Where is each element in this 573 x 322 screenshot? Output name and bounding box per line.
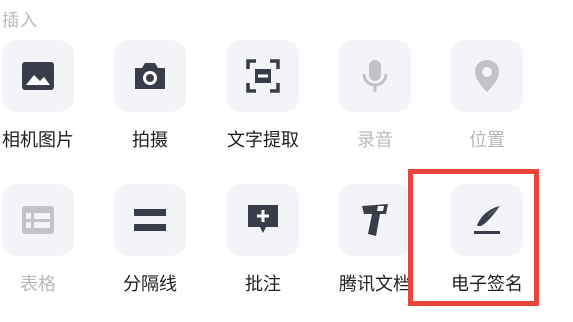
insert-text-extract-label: 文字提取	[227, 130, 299, 151]
insert-comment-tile[interactable]	[227, 184, 299, 256]
insert-audio-item[interactable]: 录音	[337, 40, 449, 160]
image-icon	[21, 61, 55, 91]
insert-location-label: 位置	[469, 130, 505, 151]
insert-signature-label: 电子签名	[451, 274, 523, 295]
text-extract-icon	[246, 59, 280, 93]
divider-icon	[133, 208, 167, 232]
insert-panel: 插入 相机图片 拍摄 文字提取 录音 位置 表格 分隔线 批注 腾讯文档 电子签…	[0, 0, 573, 322]
tencent-docs-icon	[358, 202, 392, 238]
insert-signature-tile[interactable]	[451, 184, 523, 256]
insert-table-item[interactable]: 表格	[0, 184, 112, 304]
location-pin-icon	[473, 58, 501, 94]
comment-add-icon	[246, 203, 280, 237]
insert-comment-label: 批注	[245, 274, 281, 295]
insert-table-label: 表格	[20, 274, 56, 295]
insert-camera-item[interactable]: 拍摄	[112, 40, 224, 160]
insert-audio-label: 录音	[357, 130, 393, 151]
microphone-icon	[360, 58, 390, 94]
signature-pen-icon	[470, 204, 504, 236]
insert-comment-item[interactable]: 批注	[225, 184, 337, 304]
insert-photo-item[interactable]: 相机图片	[0, 40, 112, 160]
insert-photo-tile[interactable]	[2, 40, 74, 112]
insert-tencent-docs-label: 腾讯文档	[339, 274, 411, 295]
insert-grid: 相机图片 拍摄 文字提取 录音 位置 表格 分隔线 批注 腾讯文档 电子签名	[0, 0, 573, 322]
insert-divider-label: 分隔线	[123, 274, 177, 295]
insert-table-tile[interactable]	[2, 184, 74, 256]
insert-divider-item[interactable]: 分隔线	[112, 184, 224, 304]
insert-audio-tile[interactable]	[339, 40, 411, 112]
insert-tencent-docs-item[interactable]: 腾讯文档	[337, 184, 449, 304]
insert-divider-tile[interactable]	[114, 184, 186, 256]
insert-photo-label: 相机图片	[2, 130, 74, 151]
insert-location-item[interactable]: 位置	[449, 40, 561, 160]
insert-location-tile[interactable]	[451, 40, 523, 112]
insert-signature-item[interactable]: 电子签名	[449, 184, 561, 304]
table-icon	[21, 205, 55, 235]
insert-camera-tile[interactable]	[114, 40, 186, 112]
insert-camera-label: 拍摄	[132, 130, 168, 151]
insert-text-extract-item[interactable]: 文字提取	[225, 40, 337, 160]
insert-tencent-docs-tile[interactable]	[339, 184, 411, 256]
insert-text-extract-tile[interactable]	[227, 40, 299, 112]
camera-icon	[132, 60, 168, 92]
